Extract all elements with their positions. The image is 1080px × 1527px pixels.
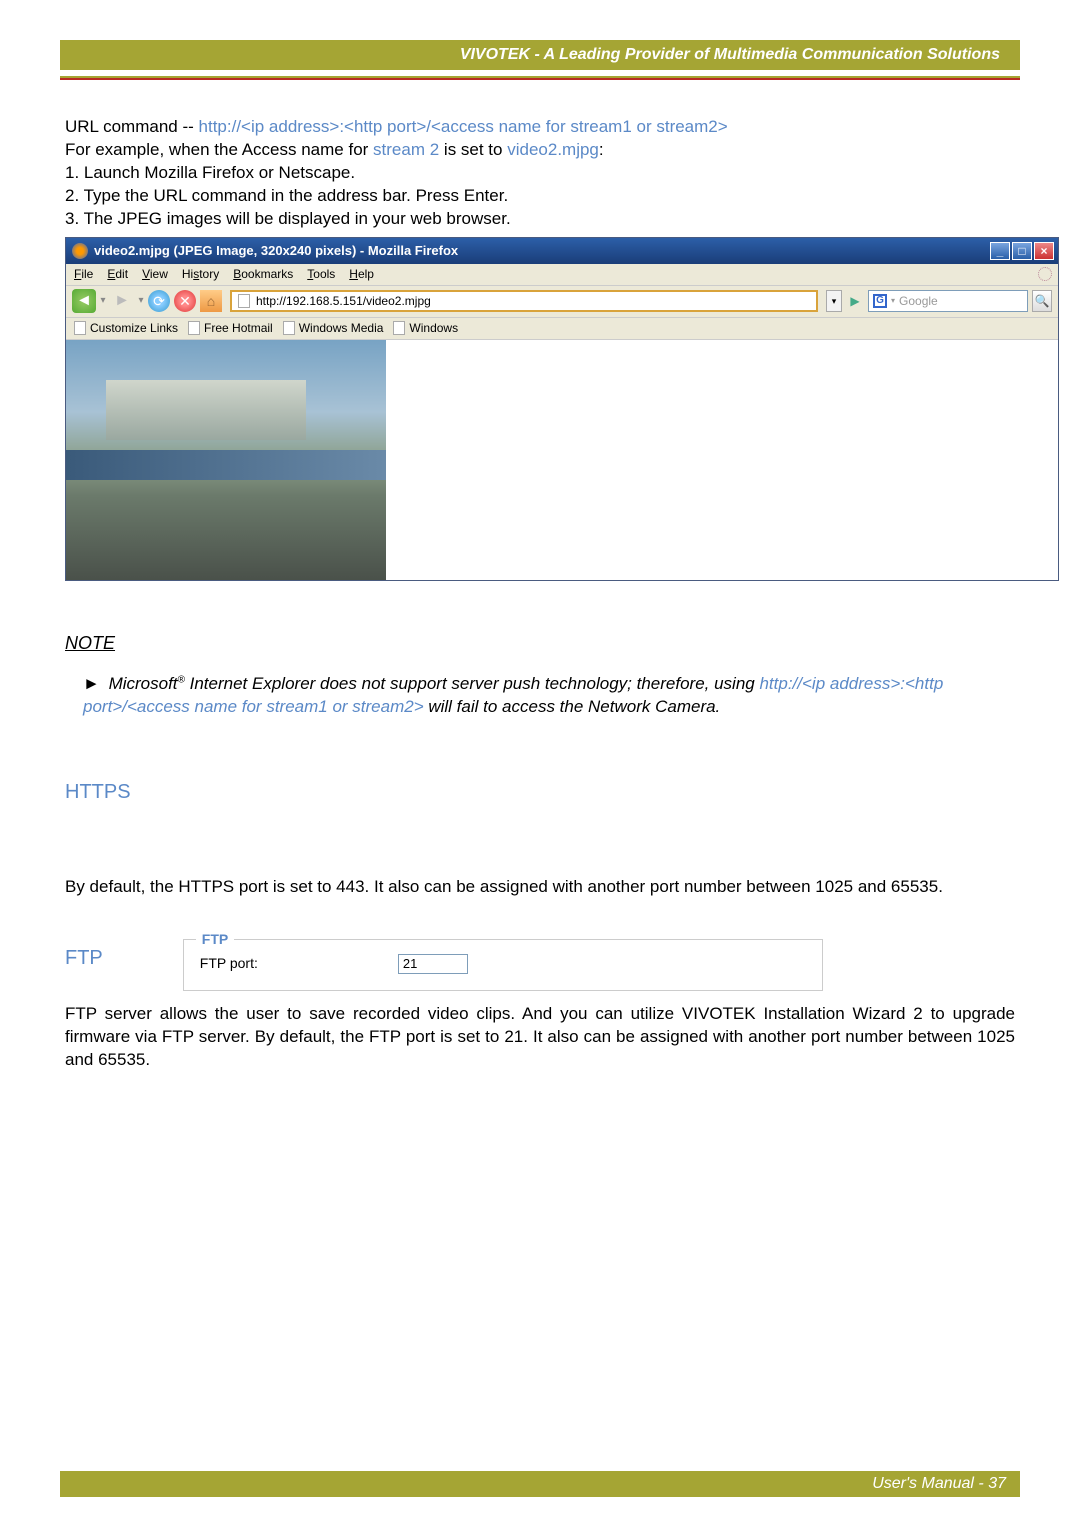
note-post: will fail to access the Network Camera. [424, 697, 721, 716]
bookmark-windows-media[interactable]: Windows Media [283, 320, 384, 336]
maximize-button[interactable]: □ [1012, 242, 1032, 260]
example-prefix: For example, when the Access name for [65, 140, 373, 159]
firefox-icon [72, 243, 88, 259]
search-engine-dropdown[interactable]: ▾ [891, 296, 895, 307]
search-box[interactable]: G ▾ Google [868, 290, 1028, 312]
https-body: By default, the HTTPS port is set to 443… [65, 876, 1015, 899]
reload-button[interactable]: ⟳ [148, 290, 170, 312]
header-divider-red [60, 78, 1020, 80]
menu-edit[interactable]: Edit [107, 266, 128, 282]
note-heading: NOTE [65, 631, 1015, 655]
stream-image [66, 340, 386, 580]
forward-dropdown[interactable]: ▾ [138, 294, 144, 308]
url-example-line: For example, when the Access name for st… [65, 139, 1015, 162]
minimize-button[interactable]: _ [990, 242, 1010, 260]
address-text: http://192.168.5.151/video2.mjpg [256, 293, 431, 309]
video2-text: video2.mjpg [507, 140, 599, 159]
address-bar[interactable]: http://192.168.5.151/video2.mjpg [230, 290, 818, 312]
example-suffix: : [599, 140, 604, 159]
close-button[interactable]: × [1034, 242, 1054, 260]
note-mid: Internet Explorer does not support serve… [185, 674, 760, 693]
ftp-port-label: FTP port: [200, 954, 258, 973]
example-mid: is set to [439, 140, 507, 159]
https-heading: HTTPS [65, 779, 1015, 806]
menu-view[interactable]: View [142, 266, 168, 282]
url-command-line: URL command -- http://<ip address>:<http… [65, 116, 1015, 139]
menu-history[interactable]: History [182, 266, 219, 282]
footer-text: User's Manual - 37 [872, 1475, 1006, 1493]
window-title: video2.mjpg (JPEG Image, 320x240 pixels)… [94, 242, 458, 260]
address-dropdown[interactable]: ▾ [826, 290, 842, 312]
menu-file[interactable]: File [74, 266, 93, 282]
menu-help[interactable]: Help [349, 266, 374, 282]
page-header: VIVOTEK - A Leading Provider of Multimed… [60, 40, 1020, 70]
registered-mark: ® [178, 674, 185, 685]
bookmarks-toolbar: Customize Links Free Hotmail Windows Med… [66, 318, 1058, 340]
home-button[interactable]: ⌂ [200, 290, 222, 312]
ftp-section-row: FTP FTP FTP port: [65, 939, 1015, 991]
ftp-fieldset: FTP FTP port: [183, 939, 823, 991]
stream2-text: stream 2 [373, 140, 439, 159]
note-pre: Microsoft [109, 674, 178, 693]
ftp-body: FTP server allows the user to save recor… [65, 1003, 1015, 1072]
firefox-titlebar: video2.mjpg (JPEG Image, 320x240 pixels)… [66, 238, 1058, 264]
note-body: ► Microsoft® Internet Explorer does not … [65, 673, 1015, 719]
titlebar-left: video2.mjpg (JPEG Image, 320x240 pixels)… [72, 242, 458, 260]
page-content: URL command -- http://<ip address>:<http… [0, 116, 1080, 1072]
triangle-bullet-icon: ► [83, 673, 100, 696]
ftp-port-row: FTP port: [200, 954, 806, 974]
menu-bookmarks[interactable]: Bookmarks [233, 266, 293, 282]
google-icon: G [873, 294, 887, 308]
step-2: 2. Type the URL command in the address b… [65, 185, 1015, 208]
header-title: VIVOTEK - A Leading Provider of Multimed… [460, 46, 1000, 64]
firefox-window: video2.mjpg (JPEG Image, 320x240 pixels)… [65, 237, 1059, 581]
bookmark-free-hotmail[interactable]: Free Hotmail [188, 320, 273, 336]
ftp-heading: FTP [65, 939, 103, 972]
search-go-button[interactable]: 🔍 [1032, 290, 1052, 312]
go-button[interactable]: ▶ [846, 290, 864, 312]
back-dropdown[interactable]: ▾ [100, 294, 106, 308]
ftp-legend: FTP [196, 930, 234, 949]
url-prefix: URL command -- [65, 117, 199, 136]
bookmark-icon [74, 321, 86, 335]
footer-bar: User's Manual - 37 [60, 1471, 1020, 1497]
firefox-menubar: File Edit View History Bookmarks Tools H… [66, 264, 1058, 286]
menu-tools[interactable]: Tools [307, 266, 335, 282]
bookmark-icon [393, 321, 405, 335]
document-page: VIVOTEK - A Leading Provider of Multimed… [0, 0, 1080, 1527]
bookmark-icon [188, 321, 200, 335]
search-placeholder: Google [899, 293, 938, 309]
bookmark-windows[interactable]: Windows [393, 320, 458, 336]
firefox-toolbar: ◄ ▾ ► ▾ ⟳ ✕ ⌂ http://192.168.5.151/video… [66, 286, 1058, 318]
forward-button[interactable]: ► [110, 289, 134, 313]
step-1: 1. Launch Mozilla Firefox or Netscape. [65, 162, 1015, 185]
bookmark-icon [283, 321, 295, 335]
page-icon [238, 294, 250, 308]
throbber-icon [1038, 267, 1052, 281]
url-pattern: http://<ip address>:<http port>/<access … [199, 117, 728, 136]
firefox-viewport [66, 340, 1058, 580]
ftp-port-input[interactable] [398, 954, 468, 974]
bookmark-customize-links[interactable]: Customize Links [74, 320, 178, 336]
back-button[interactable]: ◄ [72, 289, 96, 313]
window-controls: _ □ × [990, 242, 1058, 260]
step-3: 3. The JPEG images will be displayed in … [65, 208, 1015, 231]
stop-button[interactable]: ✕ [174, 290, 196, 312]
page-footer: User's Manual - 37 [60, 1471, 1020, 1497]
